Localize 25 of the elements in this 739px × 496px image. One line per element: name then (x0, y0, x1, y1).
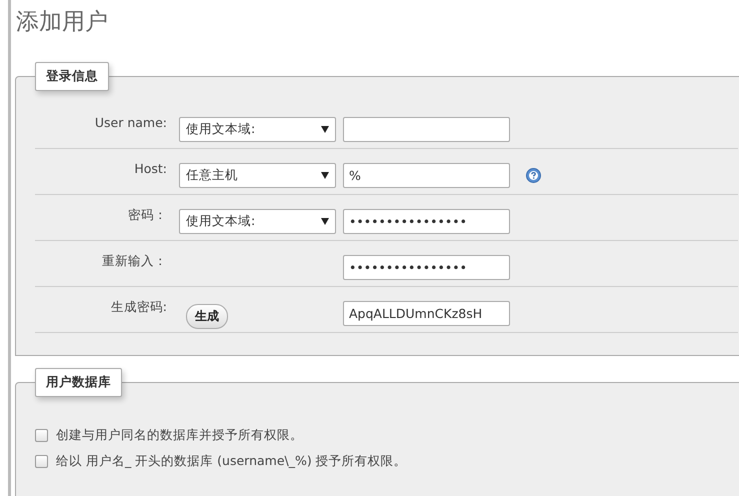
input-field[interactable]: •••••••••••••••• (343, 255, 510, 280)
section-legend: 用户数据库 (35, 368, 122, 397)
help-icon[interactable] (526, 168, 541, 183)
section-legend: 登录信息 (35, 62, 109, 91)
field-label: User name: (94, 115, 167, 130)
input-field[interactable] (343, 117, 510, 142)
caret-icon (321, 172, 329, 179)
input-field[interactable]: •••••••••••••••• (343, 209, 510, 234)
dropdown[interactable]: 任意主机 (179, 163, 336, 188)
field-label: 密码： (127, 207, 167, 224)
checkbox-label: 给以 用户名_ 开头的数据库 (username\_%) 授予所有权限。 (56, 453, 407, 470)
dropdown[interactable]: 使用文本域: (179, 209, 336, 234)
input-field[interactable]: % (343, 163, 510, 188)
field-label: 重新输入： (101, 253, 167, 270)
dropdown[interactable]: 使用文本域: (179, 117, 336, 142)
input-field[interactable]: ApqALLDUmnCKz8sH (343, 301, 510, 326)
checkbox[interactable] (35, 455, 48, 468)
caret-icon (321, 126, 329, 133)
checkbox-label: 创建与用户同名的数据库并授予所有权限。 (56, 427, 303, 444)
field-label: Host: (133, 161, 167, 176)
checkbox[interactable] (35, 429, 48, 442)
field-label: 生成密码: (110, 299, 167, 316)
caret-icon (321, 218, 329, 225)
page-title: 添加用户 (16, 8, 109, 37)
generate-button[interactable]: 生成 (186, 304, 228, 329)
